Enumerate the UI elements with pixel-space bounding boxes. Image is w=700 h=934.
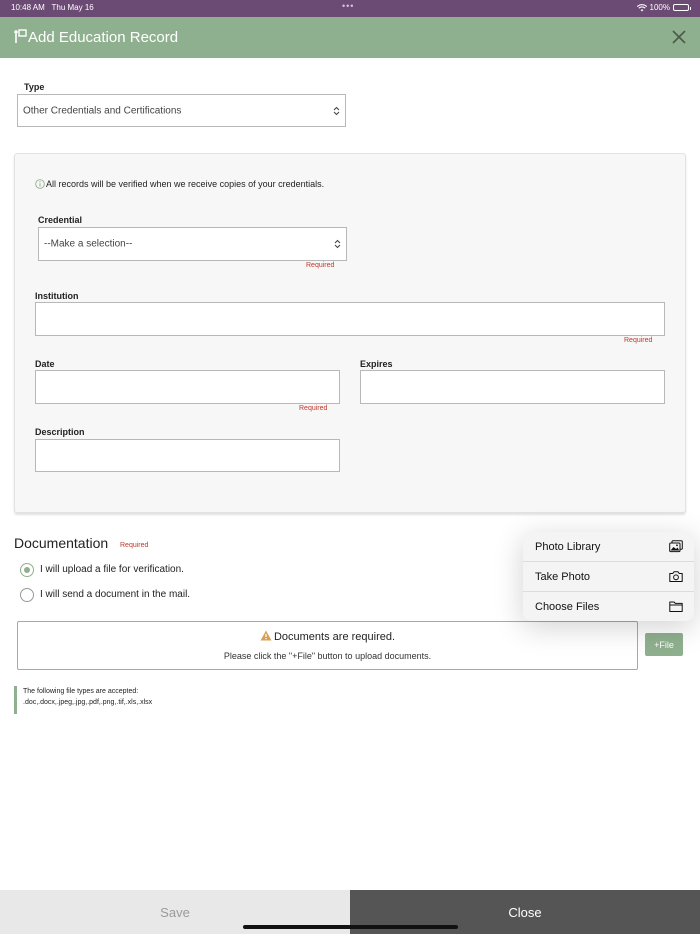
- file-source-menu: Photo Library Take Photo Choose Files: [523, 532, 694, 621]
- close-icon[interactable]: [671, 29, 687, 45]
- modal-header: Add Education Record: [0, 17, 700, 58]
- multitasking-dots[interactable]: •••: [342, 1, 354, 11]
- accepted-file-types: The following file types are accepted: .…: [14, 686, 152, 714]
- status-time: 10:48 AM Thu May 16: [11, 3, 94, 12]
- radio-send-mail[interactable]: [20, 588, 34, 602]
- status-bar: 10:48 AM Thu May 16 ••• 100%: [0, 0, 700, 17]
- menu-item-choose-files[interactable]: Choose Files: [523, 592, 694, 621]
- documentation-required: Required: [120, 542, 149, 549]
- credential-label: Credential: [38, 215, 83, 225]
- battery-icon: [673, 4, 691, 11]
- institution-required: Required: [624, 337, 653, 344]
- verification-info: All records will be verified when we rec…: [35, 179, 324, 189]
- alert-title: Documents are required.: [18, 630, 637, 643]
- accepted-types: .doc,.docx,.jpeg,.jpg,.pdf,.png,.tif,.xl…: [23, 699, 153, 706]
- credential-select[interactable]: --Make a selection--: [38, 227, 347, 261]
- description-label: Description: [35, 427, 85, 437]
- chevron-updown-icon: [334, 239, 341, 249]
- alert-text: Please click the "+File" button to uploa…: [223, 651, 432, 661]
- chevron-updown-icon: [333, 106, 340, 115]
- page-title: Add Education Record: [28, 29, 179, 46]
- menu-item-take-photo[interactable]: Take Photo: [523, 562, 694, 592]
- type-select-value: Other Credentials and Certifications: [23, 105, 182, 116]
- type-label: Type: [24, 82, 45, 92]
- date-input[interactable]: [35, 370, 340, 404]
- institution-label: Institution: [35, 291, 79, 301]
- institution-input[interactable]: [35, 302, 665, 336]
- status-right: 100%: [636, 3, 691, 12]
- menu-item-photo-library[interactable]: Photo Library: [523, 532, 694, 562]
- info-text: All records will be verified when we rec…: [46, 179, 325, 189]
- warning-icon: [260, 630, 272, 641]
- camera-icon: [669, 571, 683, 582]
- wifi-icon: [636, 3, 647, 11]
- radio-upload-file[interactable]: [20, 563, 34, 577]
- photo-library-icon: [669, 540, 683, 553]
- battery-percent: 100%: [649, 3, 670, 12]
- home-indicator[interactable]: [243, 925, 458, 929]
- info-icon: [35, 179, 45, 189]
- date-label: Date: [35, 359, 55, 369]
- credential-select-value: --Make a selection--: [44, 238, 133, 250]
- documents-required-alert: Documents are required. Please click the…: [17, 621, 638, 670]
- folder-icon: [669, 601, 683, 612]
- accepted-title: The following file types are accepted:: [23, 688, 139, 695]
- menu-item-label: Take Photo: [535, 571, 591, 583]
- type-select[interactable]: Other Credentials and Certifications: [17, 94, 346, 127]
- expires-input[interactable]: [360, 370, 665, 404]
- expires-label: Expires: [360, 359, 393, 369]
- description-input[interactable]: [35, 439, 340, 472]
- add-education-record-screen: 10:48 AM Thu May 16 ••• 100% Add Educati…: [0, 0, 700, 934]
- add-file-button[interactable]: +File: [645, 633, 683, 656]
- menu-item-label: Choose Files: [535, 601, 600, 613]
- documentation-title: Documentation: [14, 535, 109, 551]
- date-required: Required: [299, 405, 328, 412]
- menu-item-label: Photo Library: [535, 541, 601, 553]
- radio-upload-label[interactable]: I will upload a file for verification.: [40, 564, 184, 575]
- add-record-icon: [14, 29, 27, 43]
- credential-required: Required: [306, 262, 335, 269]
- radio-mail-label[interactable]: I will send a document in the mail.: [40, 589, 190, 600]
